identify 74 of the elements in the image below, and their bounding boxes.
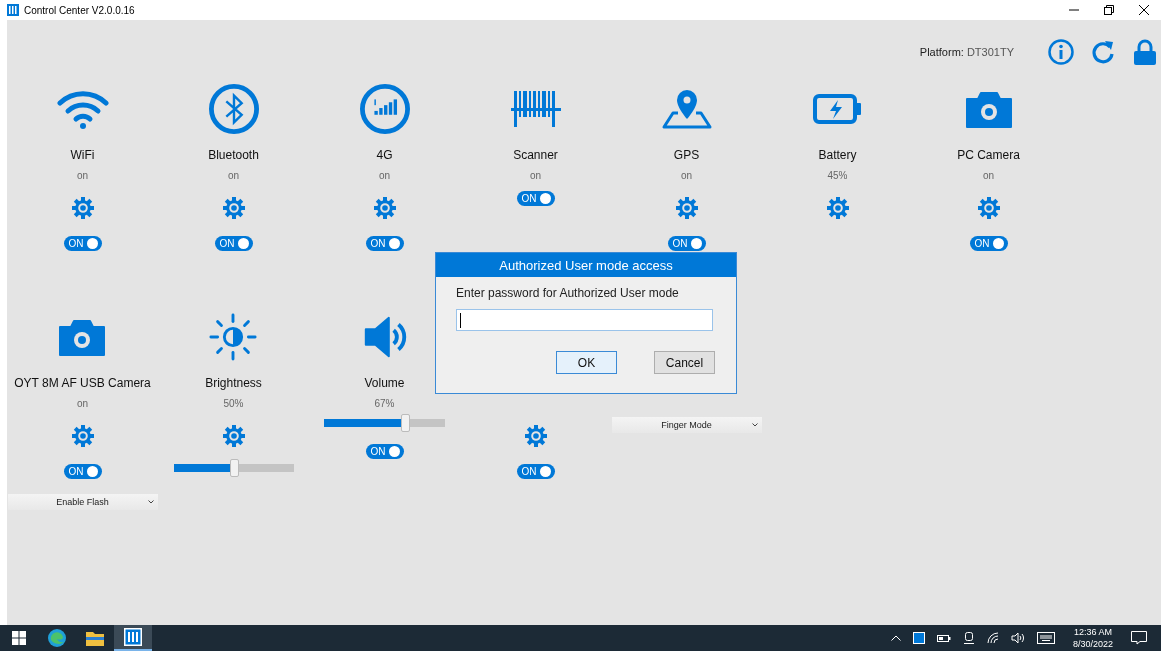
- info-icon[interactable]: [1048, 38, 1074, 65]
- refresh-icon[interactable]: [1090, 38, 1116, 65]
- settings-icon[interactable]: [222, 197, 245, 219]
- status-text: on: [227, 169, 240, 183]
- tile-label: 4G: [376, 147, 393, 163]
- folder-icon: [86, 630, 104, 646]
- window-title: Control Center V2.0.0.16: [24, 4, 135, 16]
- restore-icon[interactable]: [1104, 5, 1114, 15]
- tile-label: OYT 8M AF USB Camera: [14, 375, 151, 391]
- status-text: 45%: [827, 169, 848, 183]
- toggle-switch[interactable]: ON: [516, 191, 555, 206]
- tile-label: WiFi: [70, 147, 95, 163]
- app-icon: [7, 4, 19, 16]
- settings-icon[interactable]: [373, 197, 396, 219]
- battery-icon[interactable]: [936, 633, 951, 643]
- dialog-button[interactable]: OK: [556, 351, 617, 374]
- settings-icon[interactable]: [71, 197, 94, 219]
- toggle-switch[interactable]: ON: [63, 464, 102, 479]
- chevron-up-icon[interactable]: [890, 635, 901, 641]
- tile-label: Scanner: [513, 147, 558, 163]
- notification-icon[interactable]: [1131, 631, 1147, 645]
- chevron-icon: [147, 500, 154, 504]
- keyboard-icon[interactable]: [1036, 632, 1055, 644]
- status-text: 67%: [374, 397, 395, 411]
- slider-thumb[interactable]: [229, 459, 239, 477]
- browser-icon: [48, 629, 66, 647]
- tile-label: GPS: [673, 147, 700, 163]
- tile-label: Battery: [818, 147, 857, 163]
- clock-date[interactable]: 8/30/2022: [1072, 638, 1113, 650]
- wifi-icon[interactable]: [986, 632, 999, 644]
- prompt-text: Enter password for Authorized User mode: [456, 285, 680, 301]
- tile-label: PC Camera: [957, 147, 1020, 163]
- settings-icon[interactable]: [977, 197, 1000, 219]
- toggle-switch[interactable]: ON: [667, 236, 706, 251]
- status-text: on: [982, 169, 995, 183]
- clock-time[interactable]: 12:36 AM: [1073, 626, 1112, 638]
- chevron-icon: [751, 423, 758, 427]
- signal-icon: [358, 84, 411, 134]
- status-text: on: [529, 169, 542, 183]
- tile-label: Volume: [364, 375, 405, 391]
- dropdown[interactable]: Enable Flash: [7, 494, 158, 510]
- app-icon[interactable]: [912, 632, 925, 644]
- status-text: 50%: [223, 397, 244, 411]
- settings-icon[interactable]: [71, 425, 94, 447]
- status-text: on: [76, 397, 89, 411]
- toggle-switch[interactable]: ON: [63, 236, 102, 251]
- meeting-icon[interactable]: [962, 632, 975, 644]
- status-text: on: [76, 169, 89, 183]
- toggle-switch[interactable]: ON: [365, 236, 404, 251]
- dropdown[interactable]: Finger Mode: [611, 417, 762, 433]
- password-field[interactable]: [456, 309, 713, 331]
- taskbar-app[interactable]: [114, 625, 152, 651]
- toggle-switch[interactable]: ON: [516, 464, 555, 479]
- toggle-switch[interactable]: ON: [214, 236, 253, 251]
- tile-label: Bluetooth: [208, 147, 259, 163]
- dialog-title: Authorized User mode access: [436, 253, 736, 277]
- close-icon[interactable]: [1139, 5, 1149, 15]
- dialog-button[interactable]: Cancel: [654, 351, 715, 374]
- settings-icon[interactable]: [524, 425, 547, 447]
- bluetooth-icon: [207, 84, 260, 134]
- platform-label: Platform: DT301TY: [919, 45, 1014, 58]
- status-text: on: [680, 169, 693, 183]
- app-icon: [124, 628, 142, 646]
- tile-label: Brightness: [205, 375, 262, 391]
- toggle-switch[interactable]: ON: [969, 236, 1008, 251]
- settings-icon[interactable]: [675, 197, 698, 219]
- speaker-icon[interactable]: [1010, 632, 1025, 644]
- slider-thumb[interactable]: [401, 414, 411, 432]
- settings-icon[interactable]: [826, 197, 849, 219]
- settings-icon[interactable]: [222, 425, 245, 447]
- toggle-switch[interactable]: ON: [365, 444, 404, 459]
- status-text: on: [378, 169, 391, 183]
- lock-icon[interactable]: [1132, 38, 1158, 65]
- windows-icon: [12, 631, 26, 645]
